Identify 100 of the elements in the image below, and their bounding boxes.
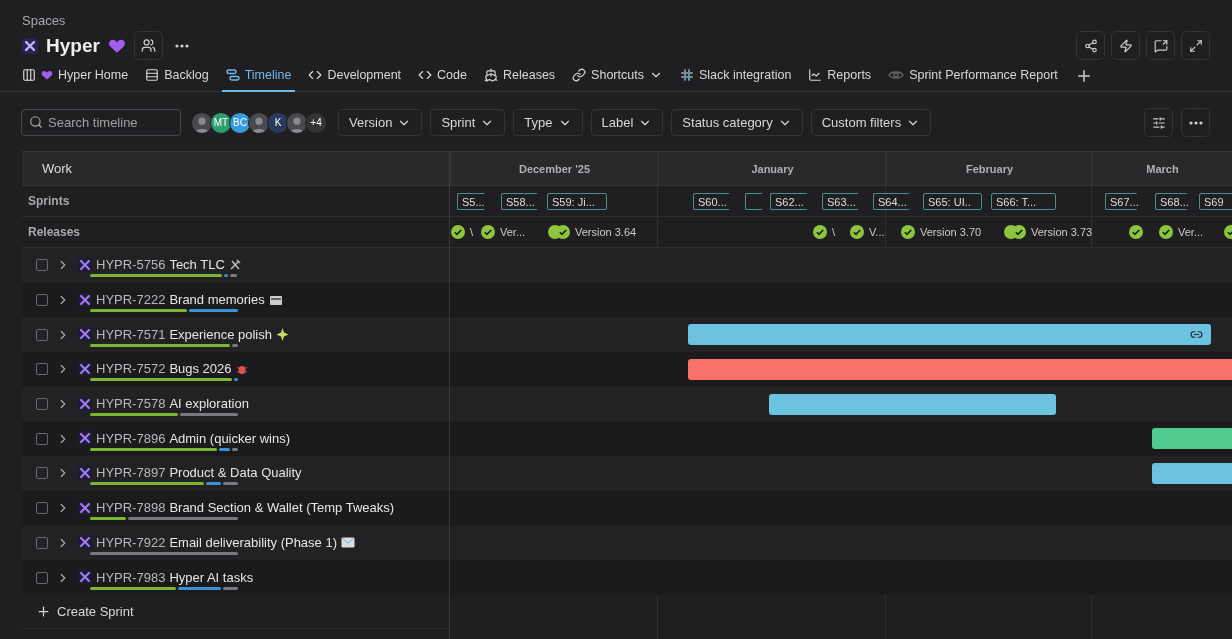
progress-segment — [224, 274, 228, 278]
filter-dropdown[interactable]: Version — [338, 109, 423, 136]
issue-title[interactable]: Product & Data Quality — [169, 465, 302, 481]
checkbox[interactable] — [36, 502, 48, 515]
month-label: February — [886, 152, 1092, 185]
release-label[interactable]: \ — [470, 226, 474, 238]
sprint-chip[interactable]: S65: UI.. — [923, 193, 982, 210]
automation-button[interactable] — [1111, 31, 1140, 60]
filter-dropdown[interactable]: Label — [590, 109, 664, 136]
avatar[interactable]: K — [267, 111, 289, 134]
checkbox[interactable] — [36, 294, 48, 307]
release-label[interactable]: Ver... — [500, 226, 526, 238]
checkbox[interactable] — [36, 328, 48, 341]
tab[interactable]: Timeline — [221, 59, 296, 92]
timeline-bar[interactable] — [769, 393, 1056, 415]
epic-icon — [78, 431, 92, 446]
release-label[interactable]: Version 3.70 — [920, 226, 982, 238]
tab[interactable]: Shortcuts — [568, 59, 667, 92]
feedback-button[interactable] — [1146, 31, 1175, 60]
issue-title[interactable]: Tech TLC — [169, 257, 225, 273]
card-box-icon — [268, 293, 283, 306]
issue-title[interactable]: Email deliverability (Phase 1) — [169, 534, 337, 550]
issue-title[interactable]: Experience polish — [169, 326, 272, 342]
share-button[interactable] — [1076, 31, 1105, 60]
list-icon — [145, 67, 160, 82]
sprint-chip[interactable] — [745, 193, 765, 210]
release-label[interactable]: V... — [869, 226, 885, 238]
avatar[interactable] — [191, 111, 213, 134]
epic-icon — [78, 396, 92, 411]
issue-key[interactable]: HYPR-7572 — [96, 361, 166, 377]
tab[interactable]: Releases — [480, 59, 560, 92]
more-icon — [174, 43, 189, 48]
filter-dropdown[interactable]: Type — [513, 109, 583, 136]
issue-key[interactable]: HYPR-5756 — [96, 257, 166, 273]
tab[interactable]: Code — [414, 59, 471, 92]
release-label[interactable]: Version 3.73 — [1031, 226, 1093, 238]
checkbox[interactable] — [36, 467, 48, 480]
issue-title[interactable]: Hyper AI tasks — [169, 569, 254, 585]
timeline-bar[interactable] — [1152, 463, 1232, 485]
team-button[interactable] — [133, 31, 163, 60]
checkbox[interactable] — [36, 536, 48, 549]
check-circle-icon — [850, 225, 864, 239]
check-circle-icon — [1159, 225, 1173, 239]
sprint-chip[interactable]: S66: T... — [991, 193, 1056, 210]
tab[interactable]: Sprint Performance Report — [884, 59, 1062, 92]
hash-icon — [679, 67, 694, 82]
issue-key[interactable]: HYPR-7896 — [96, 430, 166, 446]
release-label[interactable]: Version 3.64 — [575, 226, 637, 238]
issue-title[interactable]: Admin (quicker wins) — [169, 430, 291, 446]
issue-key[interactable]: HYPR-7898 — [96, 500, 166, 516]
checkbox[interactable] — [36, 259, 48, 272]
tab[interactable]: Slack integration — [675, 59, 796, 92]
sprint-chip[interactable]: S59: Ji... — [547, 193, 607, 210]
issue-title[interactable]: Brand memories — [169, 292, 265, 308]
tab[interactable]: Backlog — [141, 59, 213, 92]
checkbox[interactable] — [36, 432, 48, 445]
epic-icon — [78, 327, 92, 342]
filter-dropdown[interactable]: Custom filters — [810, 109, 932, 136]
more-avatars[interactable]: +4 — [305, 111, 327, 134]
release-label[interactable]: \ — [832, 226, 836, 238]
check-circle-icon — [901, 225, 915, 239]
fullscreen-button[interactable] — [1181, 31, 1210, 60]
double-check-icon — [1004, 225, 1026, 239]
epic-icon — [78, 500, 92, 515]
epic-icon — [78, 465, 92, 480]
issue-key[interactable]: HYPR-7983 — [96, 569, 166, 585]
issue-title[interactable]: Bugs 2026 — [169, 361, 232, 377]
search-field[interactable]: Search timeline — [21, 109, 181, 136]
sprint-chip[interactable]: S69 — [1199, 193, 1232, 210]
breadcrumb[interactable]: Spaces — [22, 13, 193, 28]
issue-key[interactable]: HYPR-7571 — [96, 326, 166, 342]
check-circle-icon — [451, 225, 465, 239]
checkbox[interactable] — [36, 363, 48, 376]
checkbox[interactable] — [36, 571, 48, 584]
issue-title[interactable]: AI exploration — [169, 396, 249, 412]
plus-icon — [36, 603, 51, 619]
issue-title[interactable]: Brand Section & Wallet (Temp Tweaks) — [169, 500, 395, 516]
epic-icon — [78, 292, 92, 307]
epic-icon — [78, 257, 92, 272]
tab[interactable]: Reports — [804, 59, 876, 92]
release-label[interactable]: Ver... — [1178, 226, 1204, 238]
issue-key[interactable]: HYPR-7578 — [96, 396, 166, 412]
epic-icon — [78, 570, 92, 585]
issue-key[interactable]: HYPR-7222 — [96, 292, 166, 308]
more-options-button[interactable] — [1181, 108, 1210, 137]
filter-dropdown[interactable]: Status category — [671, 109, 803, 136]
timeline-bar[interactable] — [688, 324, 1211, 346]
tab[interactable]: Hyper Home — [18, 59, 133, 92]
issue-key[interactable]: HYPR-7922 — [96, 534, 166, 550]
view-settings-button[interactable] — [1144, 108, 1173, 137]
avatar[interactable] — [286, 111, 308, 134]
timeline-bar[interactable] — [1152, 428, 1232, 450]
filter-dropdown[interactable]: Sprint — [430, 109, 506, 136]
avatar[interactable] — [248, 111, 270, 134]
line-chart-icon — [808, 67, 823, 82]
issue-key[interactable]: HYPR-7897 — [96, 465, 166, 481]
tab[interactable]: Development — [304, 59, 406, 92]
timeline-bar[interactable] — [688, 359, 1232, 381]
checkbox[interactable] — [36, 398, 48, 411]
progress-segment — [230, 274, 237, 278]
